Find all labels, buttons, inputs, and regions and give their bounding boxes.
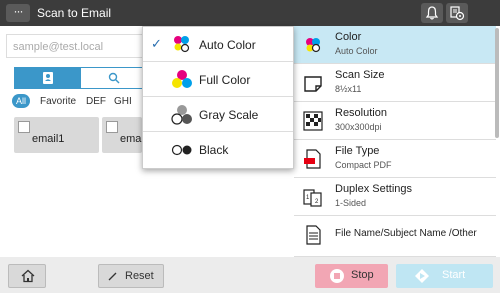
auto-color-icon — [174, 36, 190, 53]
setting-value: Compact PDF — [335, 160, 392, 170]
dropdown-item-label: Black — [199, 143, 229, 157]
home-icon — [21, 269, 35, 283]
dropdown-item-label: Gray Scale — [199, 108, 259, 122]
dropdown-item-black[interactable]: Black — [143, 132, 293, 167]
notification-button[interactable] — [421, 3, 443, 23]
dropdown-item-gray-scale[interactable]: Gray Scale — [143, 97, 293, 132]
app-title: Scan to Email — [37, 6, 112, 20]
job-status-button[interactable] — [446, 3, 468, 23]
menu-button[interactable]: ··· — [6, 4, 30, 22]
settings-scrollbar[interactable] — [495, 28, 499, 138]
home-button[interactable] — [8, 264, 46, 288]
setting-value: 8½x11 — [335, 84, 362, 94]
destination-card[interactable]: email1 — [14, 117, 99, 153]
device-status-icon — [450, 6, 465, 21]
setting-title: File Type — [335, 145, 380, 157]
stop-icon — [330, 269, 344, 283]
document-icon — [306, 225, 321, 245]
setting-file-type[interactable]: File Type Compact PDF — [294, 140, 496, 178]
dropdown-item-label: Auto Color — [199, 38, 256, 52]
address-book-tab[interactable] — [14, 67, 80, 89]
destination-checkbox[interactable] — [18, 121, 30, 133]
dropdown-item-auto-color[interactable]: ✓ Auto Color — [143, 27, 293, 62]
dropdown-item-label: Full Color — [199, 73, 251, 87]
search-tab[interactable] — [80, 67, 146, 89]
dropdown-item-full-color[interactable]: Full Color — [143, 62, 293, 97]
setting-resolution[interactable]: Resolution 300x300dpi — [294, 102, 496, 140]
bell-icon — [425, 6, 439, 20]
destination-checkbox[interactable] — [106, 121, 118, 133]
color-icon — [306, 38, 321, 53]
color-dropdown: ✓ Auto Color Full Color Gray Scale Black — [142, 26, 294, 169]
full-color-icon — [172, 70, 192, 88]
setting-title: File Name/Subject Name /Other — [335, 228, 477, 239]
gray-scale-icon — [171, 105, 192, 125]
settings-list: Color Auto Color Scan Size 8½x11 Resolut… — [294, 26, 496, 257]
setting-value: 1-Sided — [335, 198, 367, 208]
destination-label: ema — [120, 133, 142, 145]
setting-value: Auto Color — [335, 46, 378, 56]
destination-input[interactable]: sample@test.local — [6, 34, 146, 58]
black-icon — [171, 144, 192, 156]
setting-title: Color — [335, 31, 362, 43]
address-book-icon — [43, 72, 53, 84]
reset-button[interactable]: Reset — [98, 264, 164, 288]
pdf-file-icon — [304, 149, 321, 169]
index-tab-ghi[interactable]: GHI — [114, 96, 132, 107]
page-size-icon — [304, 76, 322, 92]
search-icon — [108, 72, 120, 84]
top-bar: ··· Scan to Email — [0, 0, 500, 26]
setting-title: Scan Size — [335, 69, 385, 81]
start-icon — [415, 269, 429, 283]
setting-color[interactable]: Color Auto Color — [294, 26, 496, 64]
check-icon: ✓ — [151, 36, 162, 51]
index-tab-favorite[interactable]: Favorite — [40, 96, 76, 107]
reset-label: Reset — [125, 270, 154, 282]
setting-file-name[interactable]: File Name/Subject Name /Other — [294, 216, 496, 257]
stop-button[interactable]: Stop — [315, 264, 388, 288]
index-tab-def[interactable]: DEF — [86, 96, 106, 107]
start-button[interactable]: Start — [396, 264, 493, 288]
setting-title: Resolution — [335, 107, 387, 119]
destination-label: email1 — [32, 133, 65, 145]
setting-duplex[interactable]: 1 2 Duplex Settings 1-Sided — [294, 178, 496, 216]
index-tab-all[interactable]: All — [12, 94, 30, 108]
duplex-icon: 1 2 — [303, 189, 322, 207]
destination-card[interactable]: ema — [102, 117, 142, 153]
setting-scan-size[interactable]: Scan Size 8½x11 — [294, 64, 496, 102]
setting-title: Duplex Settings — [335, 183, 413, 195]
start-label: Start — [442, 269, 466, 281]
stop-label: Stop — [351, 269, 374, 281]
resolution-icon — [303, 111, 323, 131]
setting-value: 300x300dpi — [335, 122, 382, 132]
pencil-icon — [108, 272, 117, 281]
